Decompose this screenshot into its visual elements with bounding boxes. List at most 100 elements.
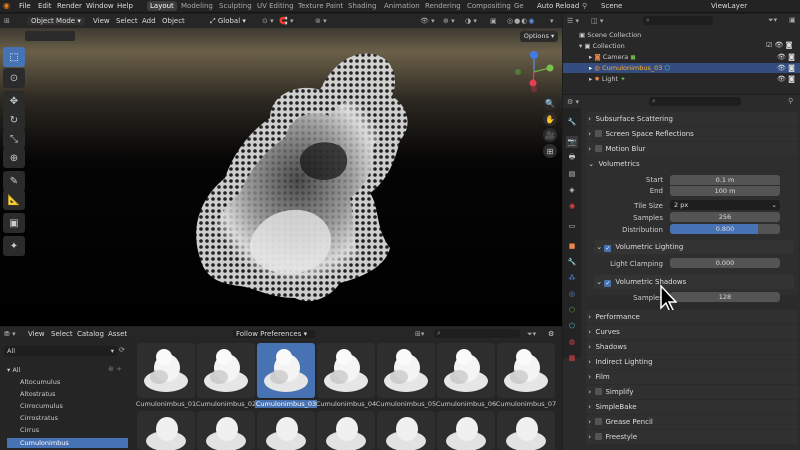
menu-select[interactable]: Select	[116, 17, 138, 25]
particles-tab-icon[interactable]: ⁂	[566, 272, 578, 284]
ortho-grid-icon[interactable]: ⊞	[543, 144, 557, 158]
select-box-tool-icon[interactable]: ⬚	[3, 47, 25, 67]
add-catalog-icon[interactable]: ⊕ +	[108, 365, 122, 373]
asset-thumbnail-label[interactable]: Cumulonimbus_02	[195, 400, 257, 408]
view-layer-tab-icon[interactable]: ▤	[566, 168, 578, 180]
panel-grease-pencil[interactable]: › Grease Pencil	[586, 415, 798, 429]
material-tab-icon[interactable]: ◍	[566, 336, 578, 348]
asset-menu-catalog[interactable]: Catalog	[77, 330, 104, 338]
move-tool-icon[interactable]: ✥	[3, 91, 25, 111]
scene-tab-icon[interactable]: ◈	[566, 184, 578, 196]
tile-size-dropdown[interactable]: 2 px ⌄	[670, 200, 780, 210]
world-tab-icon[interactable]: ◉	[566, 200, 578, 212]
tab-animation[interactable]: Animation	[384, 2, 420, 10]
asset-menu-select[interactable]: Select	[51, 330, 73, 338]
filter-icon[interactable]: ⏷▾	[527, 330, 536, 339]
asset-thumbnail[interactable]	[377, 343, 435, 398]
asset-thumbnail[interactable]	[317, 343, 375, 398]
asset-library-dropdown[interactable]: All ▾	[4, 346, 117, 356]
asset-thumbnail-label[interactable]: Cumulonimbus_05	[375, 400, 437, 408]
xray-icon[interactable]: ▣	[490, 17, 497, 25]
zoom-icon[interactable]: 🔍	[543, 96, 557, 110]
menu-object[interactable]: Object	[162, 17, 185, 25]
transform-tool-icon[interactable]: ⊕	[3, 148, 25, 168]
properties-search-input[interactable]: ⌕	[649, 97, 741, 106]
eyedropper-tool-icon[interactable]: ✦	[3, 236, 25, 256]
add-cube-tool-icon[interactable]: ▣	[3, 213, 25, 233]
panel-indirect-lighting[interactable]: › Indirect Lighting	[586, 355, 798, 369]
proportional-edit-icon[interactable]: ⊚ ▾	[315, 17, 327, 25]
pivot-icon[interactable]: ⊙ ▾	[262, 17, 274, 25]
display-mode-icon[interactable]: ◫ ▾	[591, 17, 603, 25]
asset-thumbnail[interactable]	[437, 343, 495, 398]
overlay-icon[interactable]: ◑ ▾	[465, 17, 477, 25]
catalog-item[interactable]: Cirrus	[20, 426, 39, 434]
samples-field[interactable]: 256	[670, 212, 780, 222]
tab-layout[interactable]: Layout	[147, 1, 177, 11]
panel-freestyle[interactable]: › Freestyle	[586, 430, 798, 444]
tab-geometry[interactable]: Ge	[514, 2, 524, 10]
tab-compositing[interactable]: Compositing	[467, 2, 511, 10]
asset-editor-icon[interactable]: ⛃ ▾	[4, 330, 16, 338]
pan-hand-icon[interactable]: ✋	[543, 112, 557, 126]
catalog-root[interactable]: ▾ All	[7, 366, 20, 374]
select-mode-buttons[interactable]	[25, 31, 75, 41]
auto-reload-label[interactable]: Auto Reload	[537, 2, 579, 10]
tab-texture-paint[interactable]: Texture Paint	[298, 2, 343, 10]
properties-editor-icon[interactable]: ⚙ ▾	[567, 98, 579, 106]
asset-menu-asset[interactable]: Asset	[108, 330, 127, 338]
start-field[interactable]: 0.1 m	[670, 175, 780, 185]
asset-thumbnail-label[interactable]: Cumulonimbus_01	[135, 400, 197, 408]
volumetric-lighting-checkbox[interactable]: ✓	[604, 245, 612, 252]
physics-tab-icon[interactable]: ◎	[566, 288, 578, 300]
asset-thumbnail-label[interactable]: Cumulonimbus_03	[255, 400, 317, 408]
cloud-volume[interactable]	[0, 28, 562, 326]
constraints-tab-icon[interactable]: ⬡	[566, 304, 578, 316]
output-tab-icon[interactable]: 🖶	[566, 152, 578, 164]
filter-icon[interactable]: ⏷▾	[768, 16, 777, 25]
asset-thumbnail[interactable]	[137, 343, 195, 398]
asset-thumbnail[interactable]	[197, 411, 255, 450]
volumetrics-header[interactable]: ⌄ Volumetrics	[586, 157, 798, 171]
measure-tool-icon[interactable]: 📐	[3, 190, 25, 210]
view-layer-name[interactable]: ViewLayer	[711, 2, 747, 10]
volumetric-shadows-checkbox[interactable]: ✓	[604, 280, 612, 287]
asset-thumbnail[interactable]	[497, 411, 555, 450]
menu-view[interactable]: View	[93, 17, 110, 25]
gizmo-icon[interactable]: ⊕ ▾	[443, 17, 455, 25]
asset-thumbnail-label[interactable]: Cumulonimbus_06	[435, 400, 497, 408]
panel-subsurface-scattering[interactable]: › Subsurface Scattering	[586, 112, 798, 126]
editor-type-icon[interactable]: ⊞	[4, 17, 10, 25]
new-collection-icon[interactable]: ▣	[789, 16, 796, 24]
texture-tab-icon[interactable]: ▦	[566, 352, 578, 364]
scene-collection[interactable]: ▣ Scene Collection	[579, 31, 641, 39]
asset-thumbnail[interactable]	[197, 343, 255, 398]
asset-thumbnail[interactable]	[377, 411, 435, 450]
cloud-visibility-icons[interactable]: 👁 ◙	[777, 64, 795, 72]
distribution-slider[interactable]: 0.800	[670, 224, 780, 234]
catalog-item[interactable]: Altostratus	[20, 390, 55, 398]
collection-row[interactable]: ▾ ▣ Collection	[579, 42, 625, 50]
outliner-item-light[interactable]: ▸ ✸ Light ✦	[589, 75, 626, 83]
mode-dropdown[interactable]: Object Mode ▾	[27, 17, 85, 25]
tab-sculpting[interactable]: Sculpting	[219, 2, 252, 10]
camera-view-icon[interactable]: 🎥	[543, 128, 557, 142]
panel-simplebake[interactable]: › SimpleBake	[586, 400, 798, 414]
visibility-icon[interactable]: 👁 ▾	[420, 17, 435, 25]
catalog-item[interactable]: Cirrocumulus	[20, 402, 63, 410]
asset-thumbnail[interactable]	[257, 411, 315, 450]
outliner-search-input[interactable]: ⌕	[643, 16, 713, 25]
tool-tab-icon[interactable]: 🔧	[566, 116, 578, 128]
menu-file[interactable]: File	[19, 2, 31, 10]
shadow-samples-field[interactable]: 128	[670, 292, 780, 302]
catalog-item-selected[interactable]: Cumulonimbus	[7, 438, 128, 448]
import-method-dropdown[interactable]: Follow Preferences ▾	[233, 330, 315, 338]
panel-simplify[interactable]: › Simplify	[586, 385, 798, 399]
scene-name[interactable]: Scene	[601, 2, 622, 10]
tab-uv-editing[interactable]: UV Editing	[257, 2, 294, 10]
asset-settings-gear-icon[interactable]: ⚙	[548, 330, 554, 338]
collection-visibility-icons[interactable]: ☑ 👁 ◙	[766, 41, 792, 49]
shading-options-icon[interactable]: ▾	[550, 17, 554, 25]
shading-modes-icon[interactable]: ◎●◐◉	[507, 17, 535, 25]
object-tab-icon[interactable]: ■	[566, 240, 578, 252]
